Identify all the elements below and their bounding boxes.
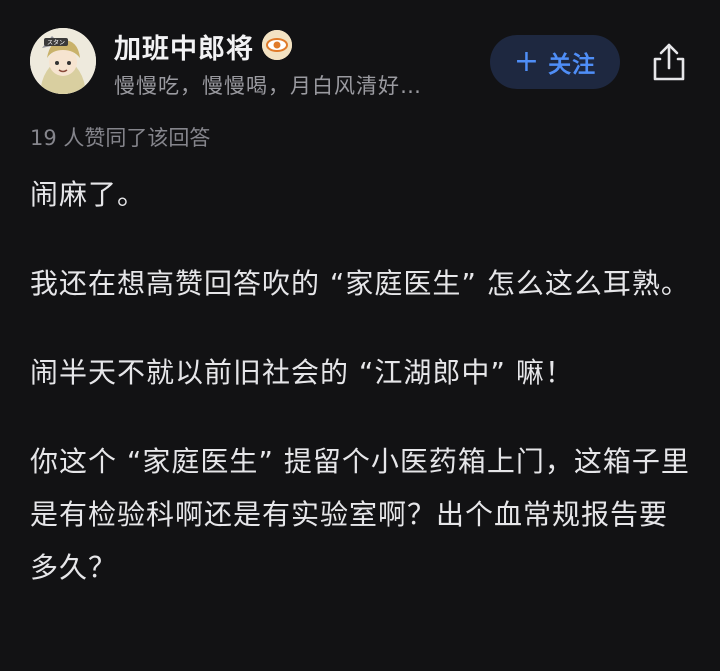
follow-button[interactable]: + 关注 — [490, 35, 620, 89]
follow-button-label: 关注 — [548, 52, 597, 78]
share-icon — [653, 43, 685, 81]
anime-avatar-icon: スタン — [30, 28, 96, 94]
eye-badge-icon[interactable] — [262, 30, 292, 60]
paragraph: 我还在想高赞回答吹的 “家庭医生” 怎么这么耳熟。 — [30, 267, 690, 300]
paragraph: 闹半天不就以前旧社会的 “江湖郎中” 嘛！ — [30, 356, 574, 389]
paragraph: 闹麻了。 — [30, 178, 147, 211]
likes-count: 19 人赞同了该回答 — [30, 126, 211, 150]
svg-text:スタン: スタン — [47, 39, 65, 47]
author-avatar[interactable]: スタン — [30, 28, 96, 94]
answer-content: 闹麻了。 我还在想高赞回答吹的 “家庭医生” 怎么这么耳熟。 闹半天不就以前旧社… — [30, 168, 690, 630]
author-name[interactable]: 加班中郎将 — [114, 27, 254, 66]
plus-icon: + — [513, 44, 541, 79]
answer-header: スタン 加班中郎将 慢慢吃，慢慢喝，月白风清好… + 关注 — [0, 0, 720, 120]
paragraph: 你这个 “家庭医生” 提留个小医药箱上门，这箱子里是有检验科啊还是有实验室啊？出… — [30, 445, 690, 584]
author-bio: 慢慢吃，慢慢喝，月白风清好… — [114, 74, 422, 98]
share-button[interactable] — [648, 41, 690, 83]
